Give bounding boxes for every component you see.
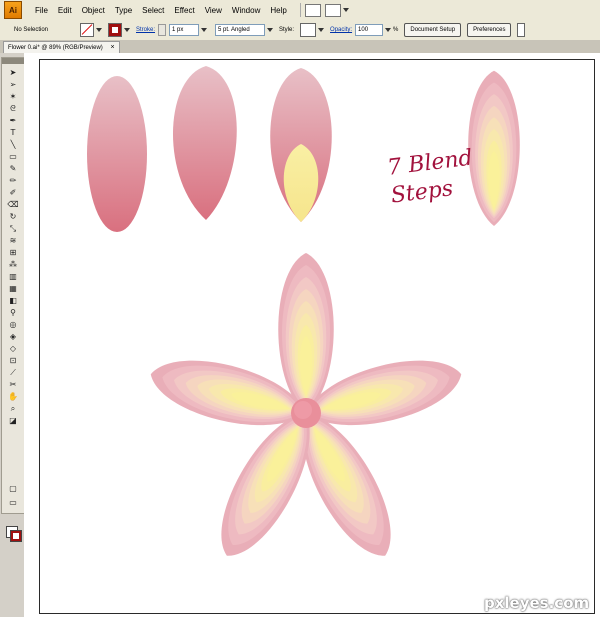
eyedropper-tool-icon[interactable]: ⚲: [8, 308, 18, 317]
gradient-tool-icon[interactable]: ◧: [8, 296, 18, 305]
stroke-weight-field[interactable]: 1 px: [169, 24, 200, 36]
menu-effect[interactable]: Effect: [169, 6, 199, 15]
tools-panel: ➤ ➢ ✶ ᘓ ✒ T ╲ ▭ ✎ ✏ ✐ ⌫ ↻ ⤡ ≋ ⊞ ⁂ ▥ ▦ ◧ …: [1, 57, 25, 542]
petal-step-2: [172, 66, 237, 220]
menu-window[interactable]: Window: [227, 6, 265, 15]
artboard: 7 Blend Steps: [39, 59, 595, 614]
menu-select[interactable]: Select: [137, 6, 169, 15]
bridge-icon[interactable]: [304, 3, 321, 17]
menu-view[interactable]: View: [200, 6, 227, 15]
eraser-tool-icon[interactable]: ⌫: [7, 200, 18, 209]
canvas[interactable]: 7 Blend Steps: [24, 53, 600, 617]
menu-bar: Ai File Edit Object Type Select Effect V…: [0, 0, 600, 21]
rectangle-tool-icon[interactable]: ▭: [8, 152, 18, 161]
flower: [144, 253, 468, 570]
menu-help[interactable]: Help: [265, 6, 291, 15]
free-transform-tool-icon[interactable]: ⊞: [8, 248, 18, 257]
menu-object[interactable]: Object: [77, 6, 110, 15]
fill-dropdown-icon[interactable]: [96, 28, 102, 32]
color-mode-buttons-icon[interactable]: ▢: [8, 484, 18, 493]
brush-definition-select[interactable]: 5 pt. Angled: [215, 24, 266, 36]
zoom-tool-icon[interactable]: ⌕: [8, 404, 18, 413]
chevron-down-icon[interactable]: [342, 8, 349, 12]
symbol-sprayer-tool-icon[interactable]: ⁂: [8, 260, 18, 269]
graphic-style-swatch[interactable]: [300, 23, 317, 37]
menu-separator: [299, 3, 301, 17]
style-label: Style:: [279, 27, 295, 33]
blend-tool-icon[interactable]: ◎: [8, 320, 18, 329]
stroke-dropdown-icon[interactable]: [124, 28, 130, 32]
brush-dropdown-icon[interactable]: [267, 28, 274, 32]
mesh-tool-icon[interactable]: ▦: [8, 284, 18, 293]
menu-type[interactable]: Type: [110, 6, 137, 15]
menu-file[interactable]: File: [30, 6, 53, 15]
menu-edit[interactable]: Edit: [53, 6, 77, 15]
magic-wand-tool-icon[interactable]: ✶: [8, 92, 18, 101]
flower-petal-top: [278, 253, 334, 413]
line-tool-icon[interactable]: ╲: [8, 140, 18, 149]
column-graph-tool-icon[interactable]: ▥: [8, 272, 18, 281]
document-tab-title: Flower 0.ai* @ 89% (RGB/Preview): [8, 45, 103, 51]
preferences-button[interactable]: Preferences: [467, 23, 512, 37]
lasso-tool-icon[interactable]: ᘓ: [8, 104, 18, 113]
control-panel-menu-icon[interactable]: [517, 23, 526, 37]
type-tool-icon[interactable]: T: [8, 128, 18, 137]
control-bar: No Selection Stroke: 1 px 5 pt. Angled S…: [0, 20, 600, 41]
opacity-label[interactable]: Opacity:: [330, 27, 352, 33]
opacity-field[interactable]: 100: [355, 24, 384, 36]
arrange-documents-icon[interactable]: [324, 3, 341, 17]
scissors-tool-icon[interactable]: ✂: [8, 380, 18, 389]
petal-step-1: [87, 76, 147, 232]
scale-tool-icon[interactable]: ⤡: [8, 224, 18, 233]
warp-tool-icon[interactable]: ≋: [8, 236, 18, 245]
blend-steps-annotation: 7 Blend Steps: [386, 145, 478, 211]
stroke-weight-dropdown-icon[interactable]: [201, 28, 208, 32]
screen-mode-icon[interactable]: ▭: [8, 498, 18, 507]
close-icon[interactable]: ×: [110, 44, 114, 51]
pen-tool-icon[interactable]: ✒: [8, 116, 18, 125]
stroke-box[interactable]: [10, 530, 22, 542]
selection-status: No Selection: [14, 27, 49, 33]
hand-tool-icon[interactable]: ✋: [8, 392, 18, 401]
document-setup-button[interactable]: Document Setup: [404, 23, 462, 37]
fill-swatch[interactable]: [80, 23, 94, 37]
stroke-weight-stepper[interactable]: [158, 24, 167, 36]
crop-area-tool-icon[interactable]: ⊡: [8, 356, 18, 365]
default-colors-icon[interactable]: ◪: [8, 416, 18, 425]
blob-brush-tool-icon[interactable]: ✐: [8, 188, 18, 197]
live-paint-selection-tool-icon[interactable]: ◇: [8, 344, 18, 353]
pencil-tool-icon[interactable]: ✏: [8, 176, 18, 185]
rotate-tool-icon[interactable]: ↻: [8, 212, 18, 221]
document-tab-bar: Flower 0.ai* @ 89% (RGB/Preview) ×: [0, 40, 600, 53]
opacity-percent: %: [393, 27, 399, 33]
stroke-swatch[interactable]: [108, 23, 122, 37]
flower-artwork: [87, 66, 520, 570]
tools-panel-grip[interactable]: [2, 58, 24, 64]
stroke-label[interactable]: Stroke:: [136, 27, 155, 33]
watermark: pxleyes.com: [484, 594, 590, 612]
live-paint-bucket-tool-icon[interactable]: ◈: [8, 332, 18, 341]
petal-step-4-blend: [468, 70, 520, 227]
paintbrush-tool-icon[interactable]: ✎: [8, 164, 18, 173]
flower-center-highlight: [294, 401, 312, 419]
selection-tool-icon[interactable]: ➤: [8, 68, 18, 77]
style-dropdown-icon[interactable]: [318, 28, 325, 32]
opacity-dropdown-icon[interactable]: [385, 28, 392, 32]
direct-selection-tool-icon[interactable]: ➢: [8, 80, 18, 89]
slice-tool-icon[interactable]: ⟋: [8, 368, 18, 377]
illustrator-logo-icon: Ai: [4, 1, 22, 19]
document-tab[interactable]: Flower 0.ai* @ 89% (RGB/Preview) ×: [3, 41, 120, 53]
